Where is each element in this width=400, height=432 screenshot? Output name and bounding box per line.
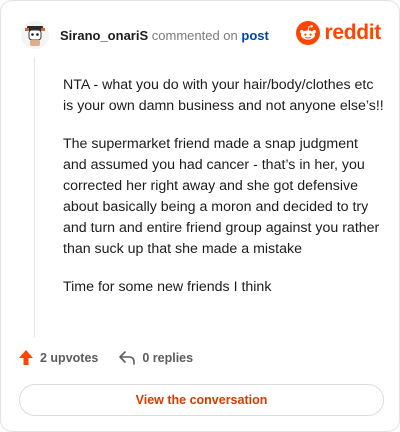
- comment-footer: 2 upvotes 0 replies: [18, 349, 213, 366]
- reply-arrow-icon[interactable]: [118, 350, 136, 366]
- upvote-arrow-icon[interactable]: [18, 349, 34, 366]
- comment-paragraph: The supermarket friend made a snap judgm…: [63, 136, 380, 257]
- comment-paragraph: Time for some new friends I think: [63, 279, 272, 295]
- comment-body: NTA - what you do with your hair/body/cl…: [63, 75, 385, 315]
- reddit-snoo-logo-icon: [296, 21, 321, 45]
- action-text: commented on: [151, 27, 238, 43]
- view-conversation-button[interactable]: View the conversation: [19, 384, 384, 416]
- comment-embed-card: Sirano_onariS commented on post reddit N…: [0, 0, 400, 432]
- comment-header: Sirano_onariS commented on post reddit: [21, 19, 381, 51]
- thread-line: [34, 57, 35, 337]
- reply-count: 0 replies: [142, 350, 194, 365]
- upvote-count: 2 upvotes: [40, 350, 99, 365]
- avatar-snoo-icon: [21, 21, 49, 49]
- reddit-logo[interactable]: reddit: [296, 21, 381, 45]
- comment-meta: Sirano_onariS commented on post: [60, 28, 269, 43]
- reply-control[interactable]: 0 replies: [118, 350, 193, 366]
- post-link[interactable]: post: [241, 28, 268, 43]
- upvote-control[interactable]: 2 upvotes: [18, 349, 98, 366]
- username-link[interactable]: Sirano_onariS: [60, 28, 148, 43]
- comment-paragraph: NTA - what you do with your hair/body/cl…: [63, 77, 384, 114]
- reddit-wordmark: reddit: [324, 21, 381, 44]
- avatar[interactable]: [21, 21, 49, 49]
